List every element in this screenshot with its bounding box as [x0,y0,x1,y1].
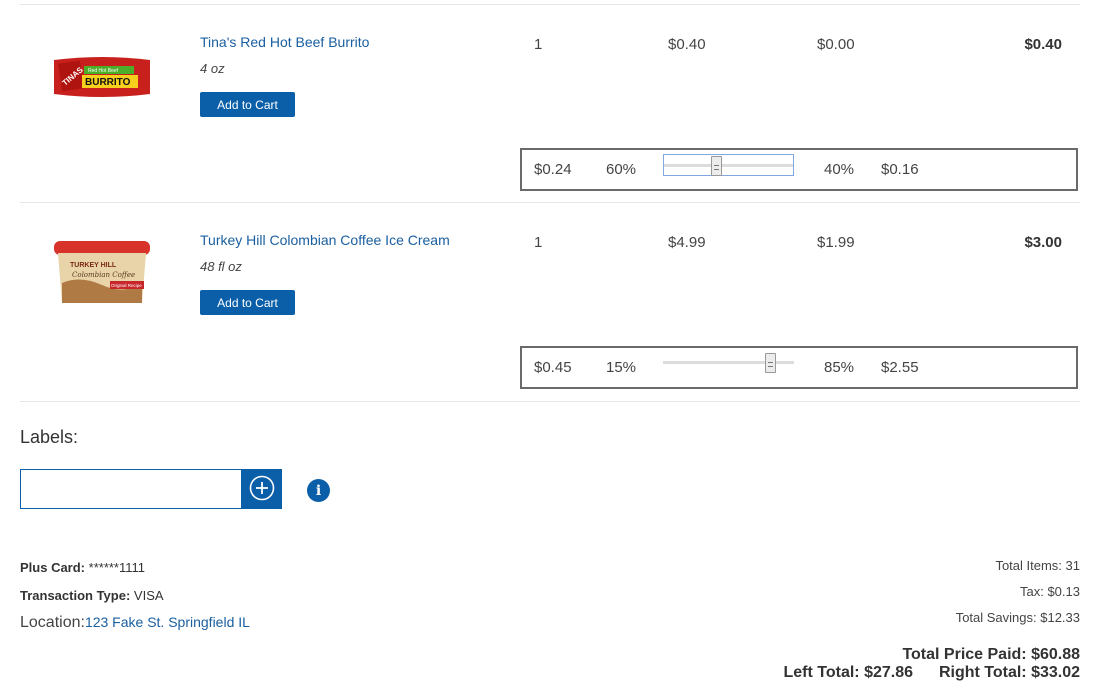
plus-card-row: Plus Card: ******1111 [20,560,145,575]
product-size: 48 fl oz [200,259,242,274]
discount: $1.99 [817,234,855,251]
location-row: Location:123 Fake St. Springfield IL [20,614,250,632]
location-label: Location: [20,614,85,631]
plus-card-value: ******1111 [88,560,146,575]
list-item: TINAS Red Hot Beef BURRITO Tina's Red Ho… [20,5,1080,202]
line-total: $0.40 [1024,36,1062,53]
total-savings: Total Savings: $12.33 [955,610,1080,625]
add-to-cart-button[interactable]: Add to Cart [200,290,295,315]
plus-circle-icon [249,475,275,504]
unit-price: $0.40 [668,36,706,53]
split-slider-track [664,164,793,167]
product-image-flavor: Colombian Coffee [72,271,135,279]
tax: Tax: $0.13 [1020,584,1080,599]
split-slider-handle[interactable] [711,156,722,176]
add-to-cart-button[interactable]: Add to Cart [200,92,295,117]
left-amount: $0.24 [534,161,572,178]
info-icon[interactable]: i [307,479,330,502]
product-name-link[interactable]: Tina's Red Hot Beef Burrito [200,34,369,50]
transaction-type-row: Transaction Type: VISA [20,588,164,603]
transaction-type-value: VISA [133,588,164,603]
split-slider-handle[interactable] [765,353,776,373]
product-image-badge: Original Recipe [111,283,142,288]
label-input[interactable] [20,469,242,509]
product-image: TINAS Red Hot Beef BURRITO [50,54,154,100]
right-total: Right Total: $33.02 [938,664,1080,681]
left-amount: $0.45 [534,359,572,376]
product-image: TURKEY HILL Colombian Coffee Original Re… [50,239,154,307]
cost-split-panel: $0.24 60% 40% $0.16 [520,148,1078,191]
split-slider[interactable] [663,154,794,176]
total-price-paid: Total Price Paid: $60.88 [902,646,1080,663]
quantity: 1 [534,234,543,251]
location-link[interactable]: 123 Fake St. Springfield IL [85,614,250,630]
right-percent: 40% [824,161,855,178]
right-percent: 85% [824,359,855,376]
product-image-label: BURRITO [85,77,131,88]
product-name-link[interactable]: Turkey Hill Colombian Coffee Ice Cream [200,232,450,248]
product-image-top: Red Hot Beef [88,68,119,74]
divider [20,401,1080,402]
line-total: $3.00 [1024,234,1062,251]
split-slider[interactable] [663,352,794,374]
right-amount: $2.55 [881,359,919,376]
quantity: 1 [534,36,543,53]
cost-split-panel: $0.45 15% 85% $2.55 [520,346,1078,389]
discount: $0.00 [817,36,855,53]
right-amount: $0.16 [881,161,919,178]
list-item: TURKEY HILL Colombian Coffee Original Re… [20,203,1080,400]
left-percent: 60% [606,161,637,178]
left-total: Left Total: $27.86 [783,664,913,681]
left-percent: 15% [606,359,637,376]
unit-price: $4.99 [668,234,706,251]
product-image-brand: TURKEY HILL [70,262,117,269]
plus-card-label: Plus Card: [20,560,86,575]
transaction-type-label: Transaction Type: [20,588,131,603]
add-label-button[interactable] [241,469,282,509]
product-size: 4 oz [200,61,225,76]
labels-heading: Labels: [20,427,79,447]
total-items: Total Items: 31 [995,558,1080,573]
